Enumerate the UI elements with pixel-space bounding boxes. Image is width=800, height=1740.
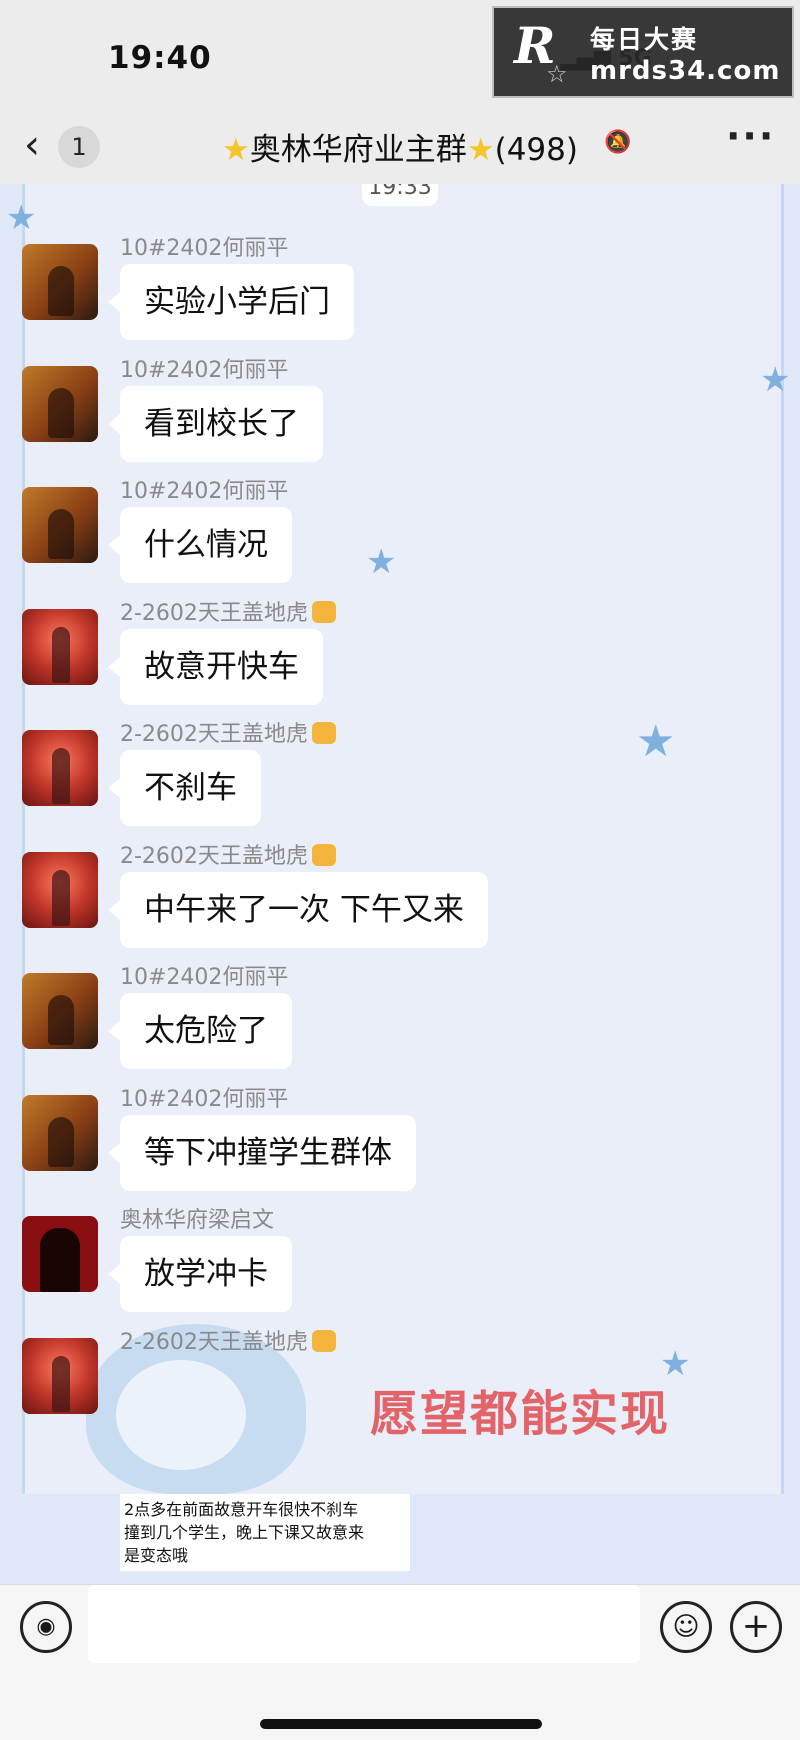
message-bubble[interactable]: 2点多在前面故意开车很快不刹车 撞到几个学生，晚上下课又故意来 是变态哦: [120, 1494, 410, 1571]
emoji-button[interactable]: ☺: [660, 1601, 712, 1653]
sender-name-text: 2-2602天王盖地虎: [120, 722, 308, 747]
bell-muted-icon: 🔕: [604, 130, 632, 155]
avatar-figure: [48, 266, 74, 316]
avatar[interactable]: [22, 244, 98, 320]
sender-name-text: 2-2602天王盖地虎: [120, 601, 308, 626]
message-row: 2-2602天王盖地虎故意开快车: [0, 595, 800, 715]
tiger-emoji-icon: [311, 601, 336, 623]
message-line: 撞到几个学生，晚上下课又故意来: [124, 1523, 365, 1542]
tiger-emoji-icon: [311, 1330, 336, 1352]
home-indicator: [260, 1719, 542, 1729]
message-bubble[interactable]: 放学冲卡: [108, 1236, 292, 1312]
message-row: 2-2602天王盖地虎不刹车: [0, 716, 800, 836]
star-icon: ☆: [546, 60, 568, 88]
plus-icon: +: [741, 1606, 771, 1646]
emoji-icon: ☺: [672, 1612, 700, 1642]
message-row: 2-2602天王盖地虎: [0, 1324, 800, 1444]
avatar[interactable]: [22, 730, 98, 806]
sender-name: 2-2602天王盖地虎: [120, 838, 336, 870]
sender-name: 10#2402何丽平: [120, 959, 288, 991]
sender-name-text: 10#2402何丽平: [120, 236, 289, 261]
avatar-figure: [52, 627, 70, 683]
sender-name: 奥林华府梁启文: [120, 1202, 274, 1234]
message-bubble[interactable]: 看到校长了: [108, 386, 323, 462]
avatar-figure: [40, 1228, 80, 1292]
star-icon: ★: [466, 132, 495, 168]
chat-title: ★奥林华府业主群★(498): [0, 124, 800, 169]
sender-name-text: 10#2402何丽平: [120, 358, 289, 383]
message-row: 10#2402何丽平什么情况: [0, 473, 800, 593]
star-icon: ★: [222, 132, 250, 168]
sender-name-text: 10#2402何丽平: [120, 479, 289, 504]
message-row: 10#2402何丽平看到校长了: [0, 352, 800, 472]
message-bubble[interactable]: 太危险了: [108, 993, 292, 1069]
input-bar: ◉ ☺ +: [0, 1584, 800, 1740]
message-row: 10#2402何丽平等下冲撞学生群体: [0, 1081, 800, 1201]
plus-button[interactable]: +: [730, 1601, 782, 1653]
watermark: R ☆ 每日大赛 mrds34.com: [492, 6, 794, 98]
group-name: 奥林华府业主群: [249, 132, 467, 168]
voice-icon: ◉: [36, 1614, 56, 1639]
chat-header: ‹ 1 ★奥林华府业主群★(498) 🔕 ···: [0, 110, 800, 184]
sender-name: 2-2602天王盖地虎: [120, 1324, 336, 1356]
message-line: 2点多在前面故意开车很快不刹车: [124, 1500, 359, 1519]
avatar[interactable]: [22, 1095, 98, 1171]
avatar-figure: [52, 1356, 70, 1412]
avatar[interactable]: [22, 366, 98, 442]
message-row: 10#2402何丽平实验小学后门: [0, 230, 800, 350]
watermark-text: 每日大赛: [590, 25, 699, 54]
sender-name: 10#2402何丽平: [120, 352, 288, 384]
status-time: 19:40: [108, 40, 212, 76]
sender-name: 10#2402何丽平: [120, 230, 288, 262]
avatar[interactable]: [22, 609, 98, 685]
message-line: 是变态哦: [124, 1546, 189, 1565]
sender-name-text: 奥林华府梁启文: [120, 1208, 275, 1233]
avatar-figure: [48, 995, 74, 1045]
avatar[interactable]: [22, 487, 98, 563]
sender-name-text: 2-2602天王盖地虎: [120, 844, 308, 869]
avatar[interactable]: [22, 1216, 98, 1292]
sender-name: 2-2602天王盖地虎: [120, 595, 336, 627]
message-bubble[interactable]: 不刹车: [108, 750, 261, 826]
avatar[interactable]: [22, 1338, 98, 1414]
message-row: 奥林华府梁启文放学冲卡: [0, 1202, 800, 1322]
time-divider: 19:33: [362, 184, 438, 206]
more-button[interactable]: ···: [726, 114, 775, 158]
sender-name: 2-2602天王盖地虎: [120, 716, 336, 748]
sender-name: 10#2402何丽平: [120, 1081, 288, 1113]
avatar[interactable]: [22, 852, 98, 928]
avatar-figure: [52, 748, 70, 804]
watermark-url: mrds34.com: [590, 56, 781, 86]
avatar-figure: [48, 388, 74, 438]
member-count: (498): [494, 132, 578, 168]
sender-name-text: 2-2602天王盖地虎: [120, 1330, 308, 1355]
voice-button[interactable]: ◉: [20, 1601, 72, 1653]
message-bubble[interactable]: 什么情况: [108, 507, 292, 583]
message-bubble[interactable]: 实验小学后门: [108, 264, 354, 340]
avatar[interactable]: [22, 973, 98, 1049]
message-bubble[interactable]: 中午来了一次 下午又来: [108, 872, 488, 948]
message-row: 10#2402何丽平太危险了: [0, 959, 800, 1079]
sender-name-text: 10#2402何丽平: [120, 1087, 289, 1112]
sender-name: 10#2402何丽平: [120, 473, 288, 505]
tiger-emoji-icon: [311, 722, 336, 744]
message-row: 2-2602天王盖地虎中午来了一次 下午又来: [0, 838, 800, 958]
avatar-figure: [52, 870, 70, 926]
avatar-figure: [48, 509, 74, 559]
avatar-figure: [48, 1117, 74, 1167]
message-input[interactable]: [88, 1585, 640, 1663]
tiger-emoji-icon: [311, 844, 336, 866]
message-bubble[interactable]: 故意开快车: [108, 629, 323, 705]
sender-name-text: 10#2402何丽平: [120, 965, 289, 990]
message-bubble[interactable]: 等下冲撞学生群体: [108, 1115, 416, 1191]
